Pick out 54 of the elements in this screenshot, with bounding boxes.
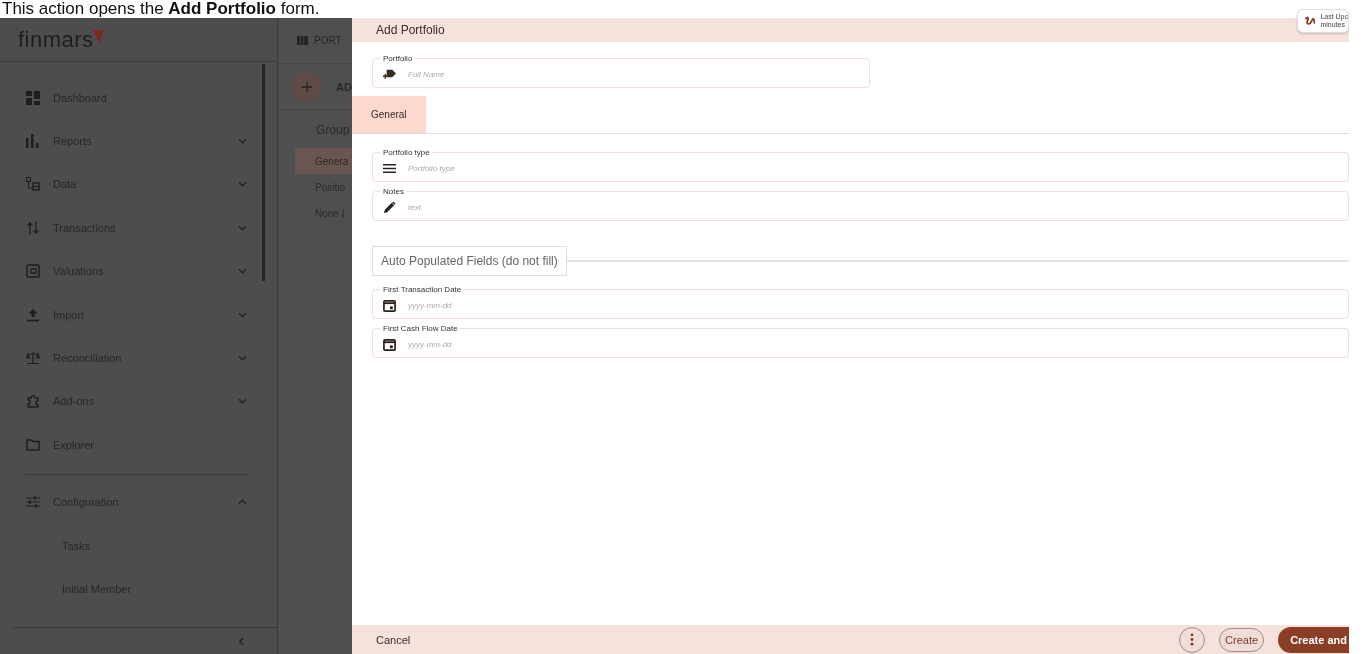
pencil-icon [383, 200, 396, 214]
calendar-icon [383, 337, 396, 351]
plus-icon [301, 81, 312, 92]
dashboard-icon [26, 90, 40, 105]
input-field[interactable]: yyyy-mm-dd [408, 300, 1348, 310]
up-down-arrows-icon [26, 220, 40, 235]
sliders-icon [26, 495, 40, 510]
field-label: Portfolio type [382, 148, 431, 157]
more-vertical-icon [1190, 633, 1195, 646]
chevron-up-icon [238, 499, 247, 506]
form-field[interactable]: First Transaction Date yyyy-mm-dd [372, 285, 1349, 319]
form-field[interactable]: First Cash Flow Date yyyy-mm-dd [372, 324, 1349, 358]
chevron-down-icon [238, 311, 247, 318]
field-label: First Cash Flow Date [382, 324, 459, 333]
more-button[interactable] [1179, 626, 1206, 653]
input-field[interactable]: yyyy-mm-dd [408, 339, 1348, 349]
calendar-icon [383, 298, 396, 312]
add-button[interactable] [291, 71, 322, 102]
chevron-down-icon [238, 224, 247, 231]
chevron-down-icon [238, 138, 247, 145]
chevron-down-icon [238, 268, 247, 275]
squiggle-icon [1304, 15, 1317, 27]
grid-icon [297, 36, 308, 45]
form-field[interactable]: Notes text [372, 187, 1349, 221]
create-and-button[interactable]: Create and [1278, 626, 1349, 653]
wallet-icon [26, 264, 40, 279]
input-field[interactable]: text [408, 202, 1348, 212]
create-button[interactable]: Create [1219, 627, 1265, 652]
dialog-title: Add Portfolio [376, 23, 445, 37]
folder-icon [26, 437, 40, 452]
caption-text: This action opens the Add Portfolio form. [2, 0, 320, 18]
field-label: Notes [382, 187, 405, 196]
hierarchy-icon [26, 177, 40, 192]
bar-chart-icon [26, 134, 40, 149]
cancel-button[interactable]: Cancel [376, 633, 411, 646]
collapse-chevron-icon[interactable] [238, 636, 245, 646]
menu-icon [383, 161, 396, 175]
form-field[interactable]: Portfolio Full Name [372, 54, 870, 88]
tab[interactable]: General [352, 96, 426, 133]
section-heading: Auto Populated Fields (do not fill) [372, 246, 567, 276]
input-field[interactable]: Portfolio type [408, 163, 1348, 173]
chevron-down-icon [238, 355, 247, 362]
chevron-down-icon [238, 398, 247, 405]
group-item[interactable]: Genera [295, 148, 352, 174]
form-field[interactable]: Portfolio type Portfolio type [372, 148, 1349, 182]
input-field[interactable]: Full Name [408, 69, 869, 79]
chevron-down-icon [238, 181, 247, 188]
puzzle-icon [26, 394, 40, 409]
field-label: Portfolio [382, 54, 414, 63]
scrollbar-thumb[interactable] [262, 64, 265, 281]
field-label: First Transaction Date [382, 285, 463, 294]
scale-icon [26, 351, 40, 366]
upload-icon [26, 307, 40, 322]
arrow-into-box-icon [383, 67, 396, 81]
